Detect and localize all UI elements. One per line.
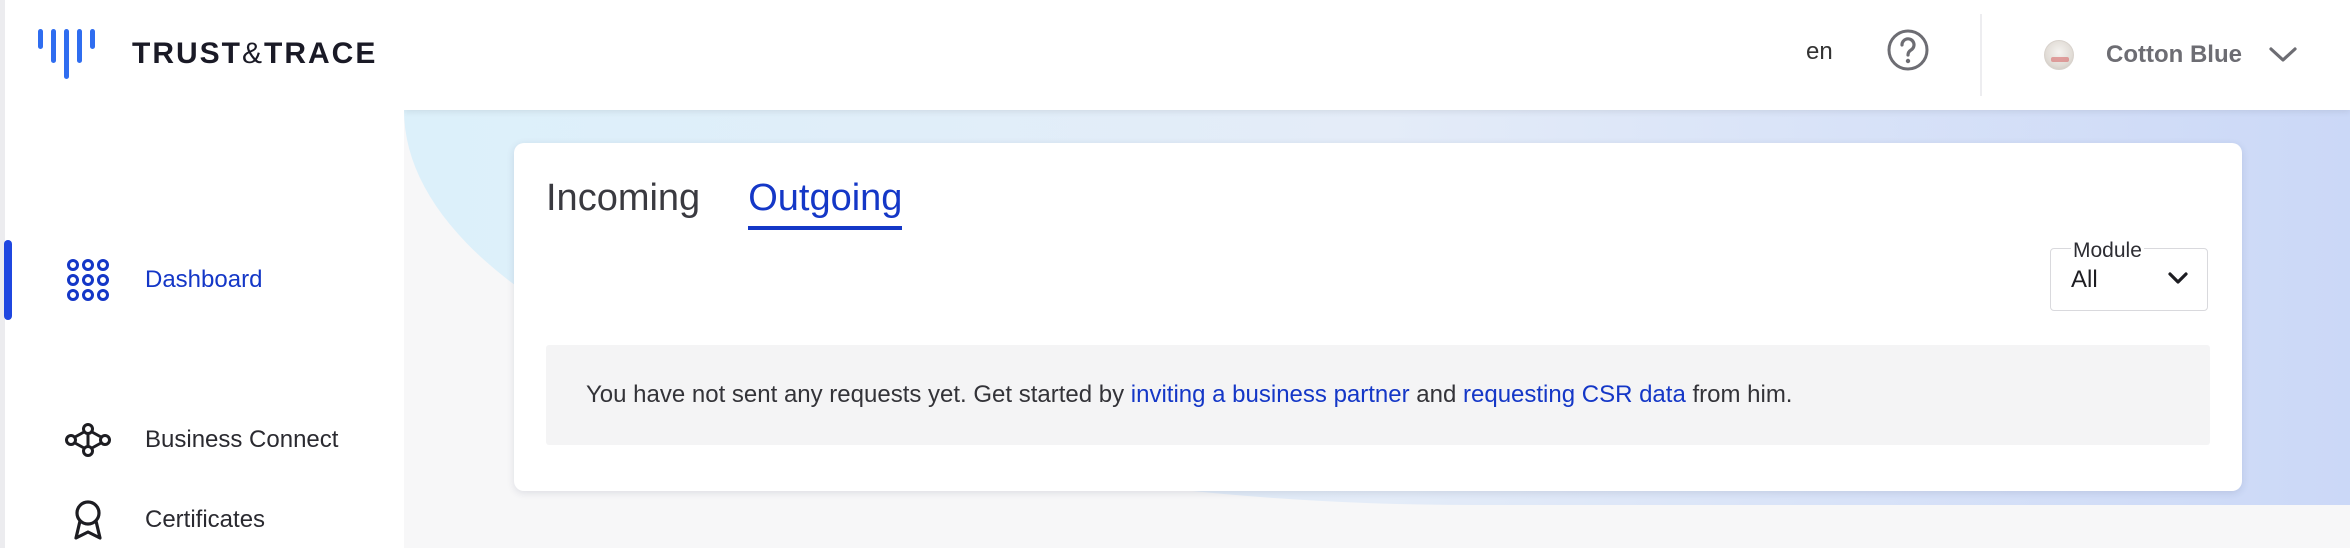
user-menu[interactable]: Cotton Blue <box>2044 30 2298 80</box>
requests-card: Incoming Outgoing Module All You have no… <box>514 143 2242 491</box>
tab-outgoing[interactable]: Outgoing <box>748 177 903 230</box>
chevron-down-icon <box>2168 272 2188 284</box>
empty-state-text: You have not sent any requests yet. Get … <box>586 381 1131 408</box>
sidebar: TRUST&TRACE Dashboard Business Connect C… <box>0 0 404 548</box>
brand-logo[interactable]: TRUST&TRACE <box>38 27 377 81</box>
chevron-down-icon <box>2269 47 2297 62</box>
sidebar-item-dashboard[interactable]: Dashboard <box>4 240 405 320</box>
sidebar-item-label: Business Connect <box>145 426 339 453</box>
tab-bar: Incoming Outgoing <box>546 177 950 230</box>
network-icon <box>63 415 113 465</box>
request-csr-data-link[interactable]: requesting CSR data <box>1463 381 1686 409</box>
module-select-value: All <box>2071 266 2098 293</box>
empty-state-message: You have not sent any requests yet. Get … <box>546 345 2210 445</box>
sidebar-item-certificates[interactable]: Certificates <box>5 480 405 548</box>
module-select-label: Module <box>2071 239 2144 263</box>
avatar <box>2044 40 2074 70</box>
award-icon <box>63 495 113 545</box>
sidebar-item-label: Certificates <box>145 506 266 533</box>
brand-name: TRUST&TRACE <box>132 37 378 70</box>
invite-business-partner-link[interactable]: inviting a business partner <box>1131 381 1410 409</box>
empty-state-text: from him. <box>1685 381 1793 408</box>
help-icon[interactable] <box>1886 28 1930 72</box>
tab-incoming[interactable]: Incoming <box>546 177 700 230</box>
language-selector[interactable]: en <box>1806 38 1833 66</box>
module-select[interactable]: Module All <box>2050 239 2208 311</box>
user-name: Cotton Blue <box>2106 41 2242 68</box>
empty-state-text: and <box>1409 381 1463 408</box>
header-divider <box>1980 14 1982 96</box>
top-bar: en Cotton Blue <box>404 0 2350 110</box>
sidebar-item-business-connect[interactable]: Business Connect <box>5 400 405 480</box>
sidebar-item-label: Dashboard <box>145 266 263 293</box>
grid-dots-icon <box>63 255 113 305</box>
brand-mark-icon <box>38 29 95 79</box>
